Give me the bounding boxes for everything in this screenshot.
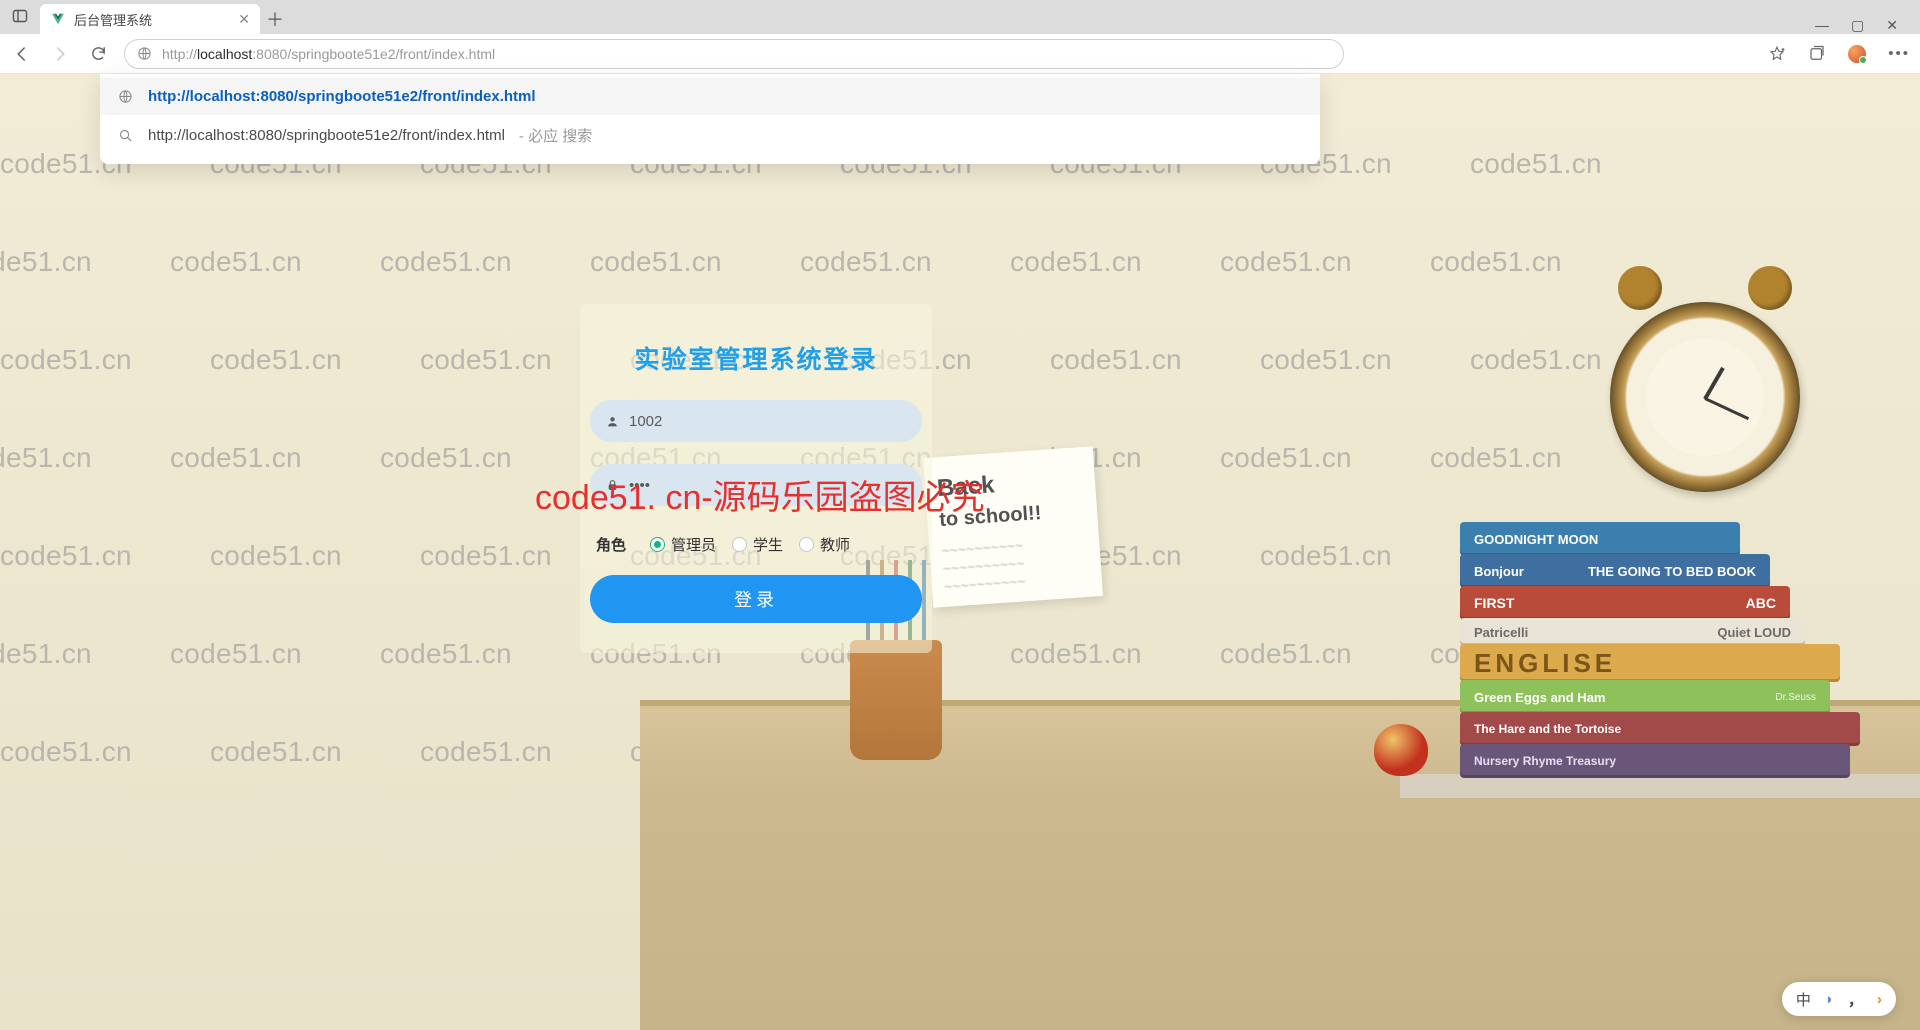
page-viewport: code51.cncode51.cncode51.cncode51.cncode…: [0, 74, 1920, 1030]
back-button[interactable]: [10, 42, 34, 66]
globe-icon: [137, 46, 152, 61]
profile-avatar[interactable]: [1848, 45, 1866, 63]
forward-button[interactable]: [48, 42, 72, 66]
role-radio-group: 角色 管理员 学生 教师: [590, 528, 922, 575]
autocomplete-text: http://localhost:8080/springboote51e2/fr…: [148, 88, 536, 105]
role-radio-student[interactable]: 学生: [732, 534, 783, 555]
browser-window: 后台管理系统 ✕ ＋ — ▢ ✕ http://localhost:8080/s…: [0, 0, 1920, 1030]
close-tab-icon[interactable]: ✕: [238, 11, 250, 28]
radio-icon: [732, 537, 747, 552]
url-input[interactable]: http://localhost:8080/springboote51e2/fr…: [124, 39, 1344, 69]
close-window-icon[interactable]: ✕: [1886, 17, 1898, 34]
url-autocomplete-dropdown: http://localhost:8080/springboote51e2/fr…: [100, 74, 1320, 164]
browser-tab[interactable]: 后台管理系统 ✕: [40, 4, 260, 34]
autocomplete-item[interactable]: http://localhost:8080/springboote51e2/fr…: [100, 115, 1320, 156]
alarm-clock-illustration: [1610, 302, 1800, 492]
collections-icon[interactable]: [1808, 45, 1826, 63]
tab-strip: 后台管理系统 ✕ ＋ — ▢ ✕: [0, 0, 1920, 34]
apple-illustration: [1374, 724, 1428, 776]
role-label: 角色: [596, 534, 626, 555]
role-radio-admin[interactable]: 管理员: [650, 534, 716, 555]
sticky-note-illustration: Back to school!! ~~~~~~~~~~~~~~~~~~~~~~~…: [923, 446, 1103, 607]
refresh-button[interactable]: [86, 42, 110, 66]
autocomplete-suffix: - 必应 搜索: [519, 125, 592, 146]
chevron-right-icon: ›: [1877, 991, 1882, 1008]
globe-icon: [118, 89, 134, 104]
username-input[interactable]: [629, 413, 906, 430]
radio-icon: [799, 537, 814, 552]
user-icon: [606, 415, 619, 428]
new-tab-button[interactable]: ＋: [260, 4, 290, 34]
role-radio-teacher[interactable]: 教师: [799, 534, 850, 555]
autocomplete-item[interactable]: http://localhost:8080/springboote51e2/fr…: [100, 78, 1320, 115]
ime-lang-label: 中: [1796, 989, 1811, 1010]
favorites-icon[interactable]: [1768, 45, 1786, 63]
radio-icon: [650, 537, 665, 552]
maximize-icon[interactable]: ▢: [1851, 17, 1864, 34]
password-input[interactable]: [629, 477, 906, 494]
vue-favicon-icon: [50, 11, 66, 27]
url-text: http://localhost:8080/springboote51e2/fr…: [162, 46, 1331, 62]
autocomplete-text: http://localhost:8080/springboote51e2/fr…: [148, 127, 505, 144]
password-field-wrap: [590, 464, 922, 506]
login-button[interactable]: 登录: [590, 575, 922, 623]
book-stack-illustration: GOODNIGHT MOON BonjourTHE GOING TO BED B…: [1460, 524, 1880, 778]
address-bar: http://localhost:8080/springboote51e2/fr…: [0, 34, 1920, 74]
comma-icon: ，: [1848, 989, 1863, 1010]
login-title: 实验室管理系统登录: [590, 340, 922, 376]
pencil-cup-illustration: [850, 640, 942, 760]
search-icon: [118, 128, 134, 143]
username-field-wrap: [590, 400, 922, 442]
window-controls: — ▢ ✕: [1815, 13, 1920, 34]
half-moon-icon: ◗: [1825, 991, 1834, 1008]
more-icon[interactable]: •••: [1888, 45, 1910, 62]
minimize-icon[interactable]: —: [1815, 17, 1829, 34]
lock-icon: [606, 479, 619, 492]
tab-actions-icon[interactable]: [6, 2, 34, 30]
login-card: 实验室管理系统登录 角色 管理员 学生 教师 登录: [580, 304, 932, 653]
tab-title: 后台管理系统: [74, 10, 152, 29]
ime-indicator[interactable]: 中 ◗ ， ›: [1782, 982, 1896, 1016]
